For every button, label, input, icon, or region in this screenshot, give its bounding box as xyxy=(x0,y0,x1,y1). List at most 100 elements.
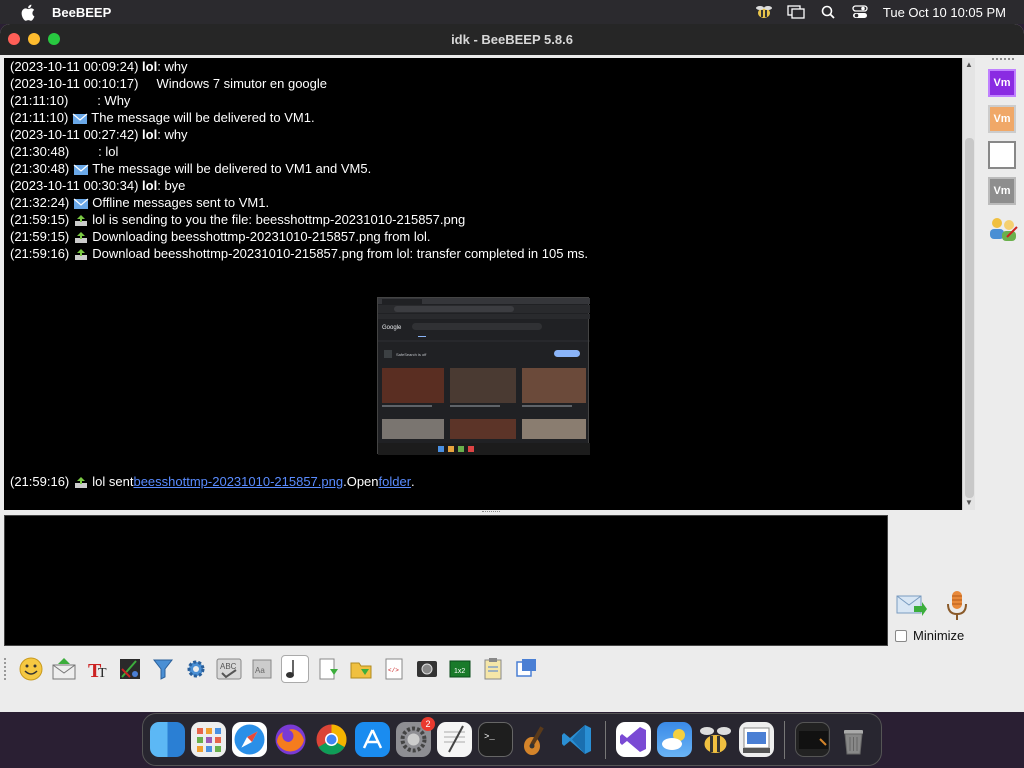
voice-message-button[interactable] xyxy=(944,590,970,622)
message-timestamp: (21:11:10) xyxy=(10,93,69,108)
finder-icon[interactable] xyxy=(150,722,185,757)
pane-splitter[interactable] xyxy=(4,510,975,514)
guitar-app-icon[interactable] xyxy=(519,722,554,757)
message-text: The message will be delivered to VM1. xyxy=(91,110,315,125)
svg-text:T: T xyxy=(98,666,107,681)
user-avatar-vm4[interactable]: Vm xyxy=(988,177,1016,205)
html-code-icon[interactable]: </> xyxy=(380,655,408,683)
message-text: Download beesshottmp-20231010-215857.png… xyxy=(92,246,589,261)
message-timestamp: (21:59:16) xyxy=(10,246,70,261)
filter-icon[interactable] xyxy=(149,655,177,683)
received-image-preview[interactable]: Google SafeSearch is off xyxy=(377,297,590,455)
message-text: .Open xyxy=(343,474,379,489)
preview-icon[interactable] xyxy=(739,722,774,757)
message-text: Windows 7 simutor en google xyxy=(156,76,328,91)
font-icon[interactable]: TT xyxy=(83,655,111,683)
clipboard-icon[interactable] xyxy=(479,655,507,683)
chat-message: (21:11:10) : Why xyxy=(10,92,956,109)
emoticon-icon[interactable] xyxy=(17,655,45,683)
message-compose-input[interactable] xyxy=(4,515,888,646)
apple-icon[interactable] xyxy=(18,2,38,22)
app-menu-name[interactable]: BeeBEEP xyxy=(52,5,111,20)
save-chat-icon[interactable] xyxy=(314,655,342,683)
window-minimize-button[interactable] xyxy=(28,33,40,45)
file-transfer-icon xyxy=(73,476,89,488)
message-text: : why xyxy=(157,59,188,74)
chat-message: (2023-10-11 00:10:17) Windows 7 simutor … xyxy=(10,75,956,92)
word-completer-icon[interactable]: Aa xyxy=(248,655,276,683)
clear-chat-icon[interactable]: 1x2 xyxy=(446,655,474,683)
window-switcher-icon[interactable] xyxy=(787,4,805,20)
chat-scrollbar[interactable]: ▲ ▼ xyxy=(962,58,975,510)
minimize-checkbox-row[interactable]: Minimize xyxy=(895,628,964,643)
menu-bar: BeeBEEP Tue Oct 10 10:05 PM xyxy=(0,0,1024,24)
file-transfer-icon xyxy=(73,214,89,226)
message-text: . xyxy=(411,474,415,489)
terminal-icon[interactable]: >_ xyxy=(478,722,513,757)
title-bar[interactable]: idk - BeeBEEP 5.8.6 xyxy=(0,24,1024,55)
splitter-grip[interactable] xyxy=(482,511,500,513)
users-sidebar: Vm Vm Vm xyxy=(982,55,1024,265)
menubar-clock[interactable]: Tue Oct 10 10:05 PM xyxy=(883,5,1006,20)
sidebar-grip[interactable] xyxy=(992,58,1014,62)
folder-link[interactable]: folder xyxy=(379,473,412,490)
svg-text:>_: >_ xyxy=(484,732,495,742)
user-avatar-blank[interactable] xyxy=(988,141,1016,169)
users-group-icon[interactable] xyxy=(987,215,1019,245)
chat-message: (21:59:16) lol sent beesshottmp-20231010-… xyxy=(10,473,415,490)
chat-message: (21:32:24) Offline messages sent to VM1. xyxy=(10,194,956,211)
message-text: : bye xyxy=(157,178,186,193)
window-title: idk - BeeBEEP 5.8.6 xyxy=(451,32,573,47)
toolbar-grip[interactable] xyxy=(4,658,8,680)
beebeep-dock-icon[interactable] xyxy=(698,722,733,757)
share-folder-icon[interactable] xyxy=(347,655,375,683)
envelope-icon xyxy=(73,163,89,175)
visual-studio-icon[interactable] xyxy=(616,722,651,757)
window-detach-icon[interactable] xyxy=(512,655,540,683)
user-avatar-vm2[interactable]: Vm xyxy=(988,105,1016,133)
system-settings-icon[interactable]: 2 xyxy=(396,717,435,757)
file-link[interactable]: beesshottmp-20231010-215857.png xyxy=(133,473,343,490)
font-color-icon[interactable] xyxy=(116,655,144,683)
message-timestamp: (21:11:10) xyxy=(10,110,69,125)
message-timestamp: (21:59:15) xyxy=(10,212,70,227)
message-timestamp: (21:59:16) xyxy=(10,474,70,489)
minimize-checkbox[interactable] xyxy=(895,629,907,642)
spellcheck-icon[interactable]: ABC xyxy=(215,655,243,683)
scroll-up-arrow-icon[interactable]: ▲ xyxy=(965,60,973,69)
scroll-down-arrow-icon[interactable]: ▼ xyxy=(965,498,973,507)
send-file-mail-icon[interactable] xyxy=(50,655,78,683)
user-avatar-vm1[interactable]: Vm xyxy=(988,69,1016,97)
chat-message: (21:30:48) The message will be delivered … xyxy=(10,160,956,177)
launchpad-icon[interactable] xyxy=(191,722,226,757)
message-timestamp: (21:30:48) xyxy=(10,144,70,159)
message-timestamp: (21:30:48) xyxy=(10,161,70,176)
chat-message: (2023-10-11 00:09:24) lol: why xyxy=(10,58,956,75)
beebeep-tray-icon[interactable] xyxy=(755,4,773,20)
settings-gear-icon[interactable] xyxy=(182,655,210,683)
safari-icon[interactable] xyxy=(232,722,267,757)
chat-message: (21:30:48) : lol xyxy=(10,143,956,160)
control-center-icon[interactable] xyxy=(851,4,869,20)
weather-icon[interactable] xyxy=(657,722,692,757)
app-store-icon[interactable] xyxy=(355,722,390,757)
message-timestamp: (21:32:24) xyxy=(10,195,70,210)
window-close-button[interactable] xyxy=(8,33,20,45)
message-text: : Why xyxy=(97,93,131,108)
search-icon[interactable] xyxy=(819,4,837,20)
trash-icon[interactable] xyxy=(836,722,871,757)
message-sender: lol xyxy=(142,178,158,193)
vscode-icon[interactable] xyxy=(560,722,595,757)
window-zoom-button[interactable] xyxy=(48,33,60,45)
sound-icon[interactable] xyxy=(281,655,309,683)
textedit-icon[interactable] xyxy=(437,722,472,757)
send-message-button[interactable] xyxy=(896,592,928,620)
scrollbar-thumb[interactable] xyxy=(965,138,974,498)
screenshot-icon[interactable] xyxy=(413,655,441,683)
minimized-window-icon[interactable] xyxy=(795,722,830,757)
chat-message: (21:59:15) lol is sending to you the file… xyxy=(10,211,956,228)
firefox-icon[interactable] xyxy=(273,722,308,757)
envelope-icon xyxy=(73,197,89,209)
chrome-icon[interactable] xyxy=(314,722,349,757)
message-sender: lol xyxy=(142,127,158,142)
